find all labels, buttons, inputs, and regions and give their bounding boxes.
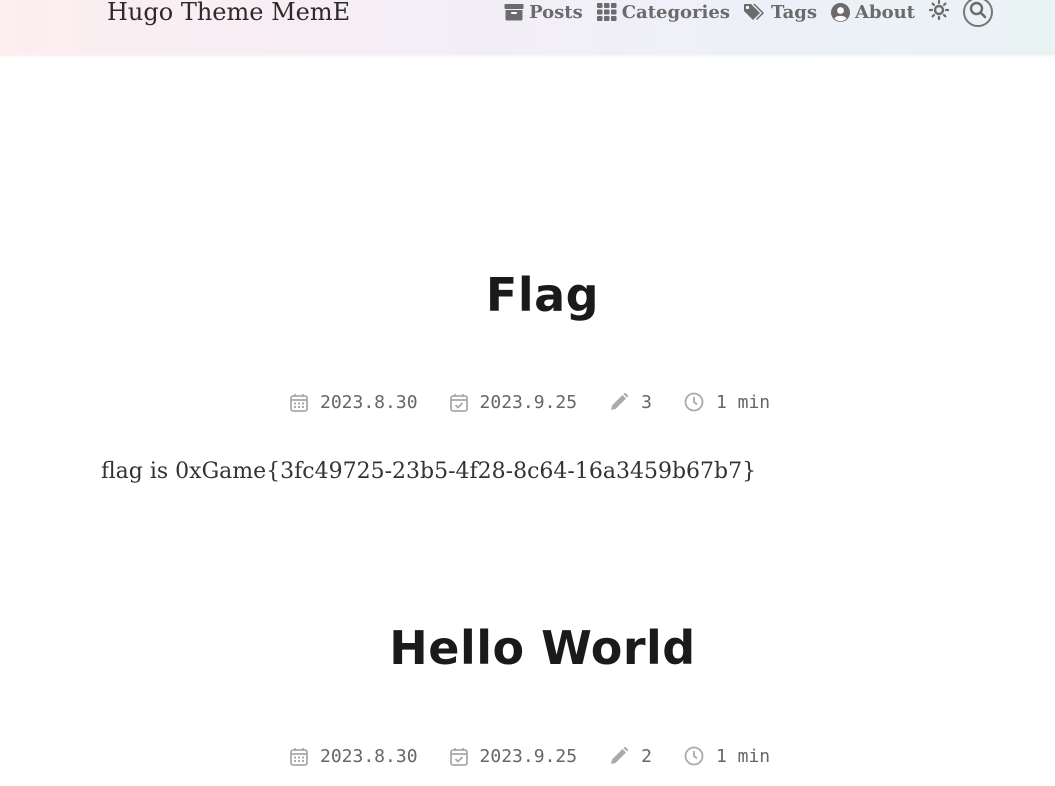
published-date-text: 2023.8.30 [320,391,418,413]
site-header: Hugo Theme MemE Posts Categories Tags Ab… [0,0,1055,55]
published-date: 2023.8.30 [290,746,418,767]
nav-item-categories[interactable]: Categories [596,1,730,23]
nav-item-posts[interactable]: Posts [504,2,583,23]
clock-icon [684,392,704,412]
archive-icon [504,3,524,21]
edit-count-text: 2 [641,745,652,767]
read-time-text: 1 min [715,391,771,413]
edit-count: 2 [609,746,652,767]
tags-icon [743,3,766,21]
calendar-check-icon [449,747,468,766]
clock-icon [684,746,704,766]
updated-date-text: 2023.9.25 [479,745,578,767]
post-title[interactable]: Hello World [0,621,1055,675]
sun-icon [928,0,950,24]
read-time: 1 min [684,392,770,413]
user-circle-icon [831,2,851,22]
read-time-text: 1 min [715,745,771,767]
search-button[interactable] [963,0,993,27]
grid-icon [596,3,617,21]
search-icon [969,1,987,23]
nav-label-categories: Categories [621,1,730,23]
post-meta: 2023.8.30 2023.9.25 3 1 min [290,390,770,414]
calendar-check-icon [449,393,468,412]
read-time: 1 min [684,746,770,767]
post-title[interactable]: Flag [0,268,1055,322]
theme-toggle-button[interactable] [928,0,950,24]
post-meta: 2023.8.30 2023.9.25 2 1 min [290,744,770,768]
nav-label-posts: Posts [529,1,583,23]
updated-date: 2023.9.25 [449,745,578,767]
post-summary: flag is 0xGame{3fc49725-23b5-4f28-8c64-1… [101,459,757,484]
edit-count: 3 [609,392,652,413]
site-title-link[interactable]: Hugo Theme MemE [107,0,350,30]
calendar-icon [290,393,308,412]
pencil-icon [609,746,629,766]
pencil-icon [609,392,629,412]
updated-date-text: 2023.9.25 [479,391,578,413]
nav-item-about[interactable]: About [831,2,915,23]
updated-date: 2023.9.25 [449,391,578,413]
main-nav: Posts Categories Tags About [504,0,993,30]
nav-item-tags[interactable]: Tags [743,1,818,23]
nav-label-tags: Tags [770,1,818,23]
published-date: 2023.8.30 [290,392,418,413]
published-date-text: 2023.8.30 [320,745,418,767]
nav-label-about: About [855,1,915,23]
calendar-icon [290,747,308,766]
edit-count-text: 3 [641,391,652,413]
